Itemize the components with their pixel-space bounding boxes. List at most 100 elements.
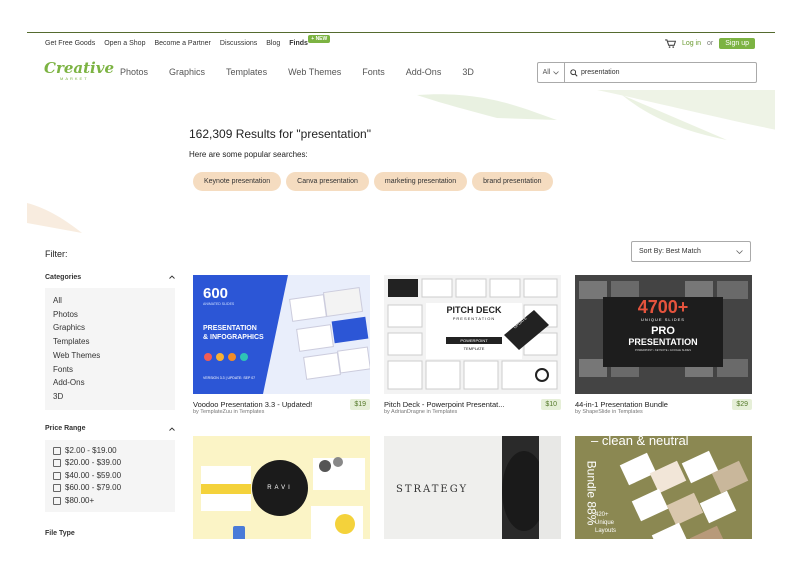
category-3d[interactable]: 3D [53,390,167,404]
thumb-text: PRO [651,325,675,337]
top-link-partner[interactable]: Become a Partner [154,40,210,47]
product-card[interactable]: 600 ANIMATED SLIDES PRESENTATION & INFOG… [193,275,370,415]
main-navbar: Creative MARKET Photos Graphics Template… [27,57,775,87]
product-title[interactable]: 44-in-1 Presentation Bundle [575,400,725,409]
cart-icon[interactable] [665,39,676,48]
price-range-list: $2.00 - $19.00 $20.00 - $39.00 $40.00 - … [45,439,175,513]
chip-marketing[interactable]: marketing presentation [373,172,468,191]
product-thumbnail[interactable]: 600 ANIMATED SLIDES PRESENTATION & INFOG… [193,275,370,394]
price-label: $60.00 - $79.00 [65,483,122,493]
sort-select[interactable]: Sort By: Best Match [631,241,751,262]
category-photos[interactable]: Photos [53,308,167,322]
checkbox[interactable] [53,446,61,455]
nav-templates[interactable]: Templates [226,67,267,77]
product-title[interactable]: Pitch Deck - Powerpoint Presentat... [384,400,534,409]
categories-label: Categories [45,273,82,281]
thumb-text: VERSION 3.3 | UPDATE: SEP 07 [203,376,256,380]
nav-graphics[interactable]: Graphics [169,67,205,77]
price-option[interactable]: $40.00 - $59.00 [53,470,167,483]
product-thumbnail[interactable]: STRATEGY [384,436,561,539]
checkbox[interactable] [53,484,61,493]
search-icon[interactable] [570,68,578,77]
thumb-text: ANIMATED SLIDES [203,302,235,306]
thumb-text: UNIQUE SLIDES [641,317,685,322]
account-area: Log in or Sign up [665,38,755,49]
category-web-themes[interactable]: Web Themes [53,349,167,363]
chip-brand[interactable]: brand presentation [472,172,553,191]
product-byline[interactable]: by TemplateZuu in Templates [193,409,264,415]
top-link-discussions[interactable]: Discussions [220,40,257,47]
signup-button[interactable]: Sign up [719,38,755,49]
price-range-header[interactable]: Price Range [45,422,175,436]
price-label: $20.00 - $39.00 [65,458,122,468]
price-option[interactable]: $80.00+ [53,495,167,508]
nav-web-themes[interactable]: Web Themes [288,67,341,77]
product-thumbnail[interactable]: – clean & neutral 420+ Unique Layouts Bu… [575,436,752,539]
product-thumbnail[interactable]: PITCH DECK PRESENTATION POWERPOINT TEMPL… [384,275,561,394]
category-nav: Photos Graphics Templates Web Themes Fon… [120,67,495,77]
price-badge: $29 [732,399,752,410]
checkbox[interactable] [53,459,61,468]
top-link-finds[interactable]: Finds + NEW [289,35,331,47]
search-category-select[interactable]: All [538,63,565,82]
product-thumbnail[interactable]: RAVI [193,436,370,539]
thumb-text: 4700+ [637,297,689,317]
chip-keynote[interactable]: Keynote presentation [193,172,282,191]
price-label: $80.00+ [65,495,95,505]
product-card[interactable]: 4700+ UNIQUE SLIDES PRO PRESENTATION POW… [575,275,752,415]
product-byline[interactable]: by ShapeSlide in Templates [575,409,643,415]
nav-fonts[interactable]: Fonts [362,67,385,77]
logo[interactable]: Creative MARKET [44,60,114,86]
decorative-swoosh-left [27,203,82,233]
product-card[interactable]: PITCH DECK PRESENTATION POWERPOINT TEMPL… [384,275,561,415]
checkbox[interactable] [53,496,61,505]
top-link-open-shop[interactable]: Open a Shop [104,40,145,47]
filter-title: Filter: [45,249,68,259]
thumb-text: PRESENTATION [203,325,257,332]
top-link-blog[interactable]: Blog [266,40,280,47]
nav-photos[interactable]: Photos [120,67,148,77]
thumb-text: Layouts [595,528,617,534]
product-card[interactable]: STRATEGY [384,436,561,539]
nav-3d[interactable]: 3D [462,67,474,77]
category-fonts[interactable]: Fonts [53,363,167,377]
top-utility-bar: Get Free Goods Open a Shop Become a Part… [27,33,775,55]
file-type-header[interactable]: File Type [45,526,175,539]
category-graphics[interactable]: Graphics [53,321,167,335]
search-category-value: All [542,69,551,76]
category-add-ons[interactable]: Add-Ons [53,376,167,390]
price-label: $40.00 - $59.00 [65,470,122,480]
price-option[interactable]: $2.00 - $19.00 [53,445,167,458]
new-badge: + NEW [308,35,331,43]
category-templates[interactable]: Templates [53,335,167,349]
thumb-text: RAVI [267,485,293,491]
thumb-text: & INFOGRAPHICS [203,334,264,341]
login-link[interactable]: Log in [682,40,701,47]
top-link-free-goods[interactable]: Get Free Goods [45,40,95,47]
thumb-text: PRESENTATION [452,316,496,321]
product-byline[interactable]: by AdrianDragne in Templates [384,409,457,415]
price-range-label: Price Range [45,425,86,433]
chevron-down-icon [553,70,560,75]
search-bar: All presentation [537,62,757,83]
thumbnail-graphic [384,275,561,394]
product-thumbnail[interactable]: 4700+ UNIQUE SLIDES PRO PRESENTATION POW… [575,275,752,394]
product-card[interactable]: – clean & neutral 420+ Unique Layouts Bu… [575,436,752,539]
search-input[interactable]: presentation [581,69,620,76]
checkbox[interactable] [53,471,61,480]
nav-add-ons[interactable]: Add-Ons [406,67,442,77]
sort-label: Sort By: Best Match [639,248,701,255]
categories-header[interactable]: Categories [45,270,175,284]
results-heading: 162,309 Results for "presentation" [189,127,371,141]
chip-canva[interactable]: Canva presentation [286,172,369,191]
thumb-text: 600 [203,285,229,302]
thumb-text: POWERPOINT • KEYNOTE • GOOGLE SLIDES [635,349,691,352]
price-badge: $19 [350,399,370,410]
category-all[interactable]: All [53,294,167,308]
price-option[interactable]: $60.00 - $79.00 [53,482,167,495]
product-title[interactable]: Voodoo Presentation 3.3 - Updated! [193,400,343,409]
product-card[interactable]: RAVI [193,436,370,539]
file-type-label: File Type [45,529,75,537]
decorative-swoosh [417,90,775,140]
price-option[interactable]: $20.00 - $39.00 [53,457,167,470]
